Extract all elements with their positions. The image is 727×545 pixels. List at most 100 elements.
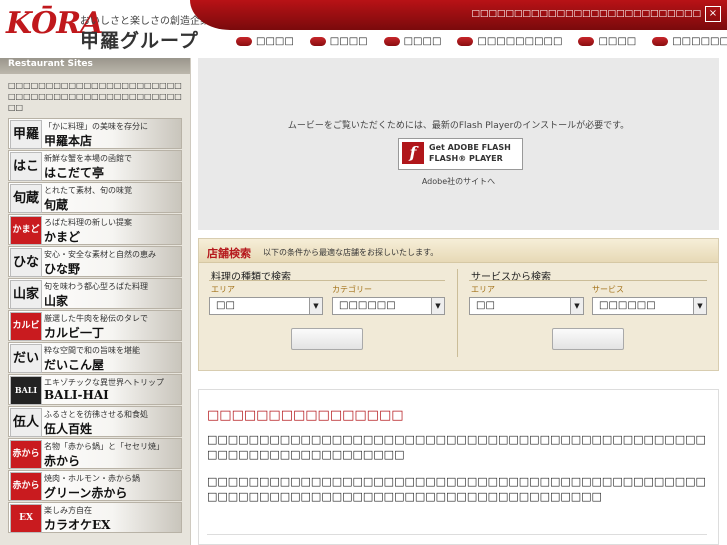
- column-divider: [457, 269, 458, 357]
- flash-icon: f: [402, 142, 424, 164]
- get-flash-button[interactable]: f Get ADOBE FLASH FLASH® PLAYER: [398, 138, 523, 170]
- nav-bullet-icon: [578, 37, 595, 46]
- restaurant-name: 赤から: [44, 454, 81, 468]
- search-description: 以下の条件から最適な店舗をお探しいたします。: [263, 248, 439, 257]
- restaurant-tagline: 安心・安全な素材と自然の恵み: [44, 250, 156, 259]
- divider: [207, 534, 707, 535]
- restaurant-site-link[interactable]: だいこん粋な空間で和の旨味を堪能だいこん屋: [8, 342, 182, 373]
- restaurant-name: カルビ一丁: [44, 326, 105, 340]
- restaurant-tagline: 粋な空間で和の旨味を堪能: [44, 346, 140, 355]
- divider: [209, 280, 445, 281]
- nav-label: □□□□□□: [672, 36, 727, 47]
- restaurant-site-link[interactable]: 赤から 焼肉・ホルモン・赤から鍋グリーン赤から: [8, 470, 182, 501]
- adobe-site-link[interactable]: Adobe社のサイトへ: [198, 176, 719, 187]
- company-name[interactable]: 甲羅グループ: [80, 26, 199, 53]
- service-area-select[interactable]: □□ ▼: [469, 297, 584, 315]
- restaurant-tagline: 旬を味わう都心型ろばた料理: [44, 282, 148, 291]
- restaurant-logo-icon: だいこん: [10, 344, 42, 373]
- restaurant-tagline: 厳選した牛肉を秘伝のタレで: [44, 314, 148, 323]
- category-select-value: □□□□□□: [339, 300, 396, 311]
- header-top-link[interactable]: □□□□□□□□□□□□□□□□□□□□□□□□□□□: [471, 9, 701, 19]
- global-nav: □□□□ □□□□ □□□□ □□□□□□□□□ □□□□ □□□□□□: [236, 36, 727, 47]
- restaurant-site-link[interactable]: 伍人 ふるさとを彷彿させる和食処 伍人百姓: [8, 406, 182, 437]
- restaurant-name: 山家: [44, 294, 69, 308]
- restaurant-name: BALI-HAI: [44, 388, 109, 402]
- sidebar-description: □□□□□□□□□□□□□□□□□□□□□□□□□□□□□□□□□□□□□□□□…: [8, 81, 182, 112]
- nav-item-6[interactable]: □□□□□□: [652, 36, 727, 47]
- restaurant-site-link[interactable]: 山家 旬を味わう都心型ろばた料理 山家: [8, 278, 182, 309]
- nav-label: □□□□: [256, 36, 294, 47]
- news-title: □□□□□□□□□□□□□□□□: [207, 408, 404, 423]
- restaurant-site-link[interactable]: 旬蔵 とれたて素材、旬の味覚 旬蔵: [8, 182, 182, 213]
- restaurant-logo-icon: 甲羅: [10, 120, 42, 149]
- restaurant-name: 甲羅本店: [44, 134, 93, 148]
- restaurant-site-link[interactable]: カルビ 厳選した牛肉を秘伝のタレでカルビ一丁: [8, 310, 182, 341]
- restaurant-name: かまど: [44, 230, 81, 244]
- search-title: 店舗検索: [207, 247, 251, 260]
- restaurant-logo-icon: 伍人: [10, 408, 42, 437]
- area-select[interactable]: □□ ▼: [209, 297, 323, 315]
- divider: [469, 280, 707, 281]
- sidebar-heading: Restaurant Sites: [0, 58, 190, 74]
- cuisine-search-button[interactable]: [291, 328, 363, 350]
- nav-bullet-icon: [457, 37, 474, 46]
- nav-item-3[interactable]: □□□□: [383, 36, 442, 47]
- restaurant-logo-icon: 赤から: [10, 472, 42, 501]
- restaurant-site-link[interactable]: BALI エキゾチックな異世界へトリップ BALI-HAI: [8, 374, 182, 405]
- restaurant-tagline: 名物「赤から鍋」と「セセリ焼」: [44, 442, 164, 451]
- restaurant-logo-icon: カルビ: [10, 312, 42, 341]
- restaurant-name: グリーン赤から: [44, 486, 128, 500]
- nav-label: □□□□□□□□□: [477, 36, 563, 47]
- restaurant-site-link[interactable]: かまど ろばた料理の新しい提案 かまど: [8, 214, 182, 245]
- restaurant-logo-icon: かまど: [10, 216, 42, 245]
- nav-label: □□□□: [329, 36, 368, 47]
- restaurant-logo-icon: 山家: [10, 280, 42, 309]
- nav-item-1[interactable]: □□□□: [236, 36, 294, 47]
- chevron-down-icon: ▼: [309, 298, 322, 314]
- nav-label: □□□□: [403, 36, 442, 47]
- restaurant-site-link[interactable]: 赤から 名物「赤から鍋」と「セセリ焼」 赤から: [8, 438, 182, 469]
- restaurant-logo-icon: 旬蔵: [10, 184, 42, 213]
- restaurant-name: 旬蔵: [44, 198, 69, 212]
- restaurant-name: 伍人百姓: [44, 422, 93, 436]
- restaurant-sidebar: Restaurant Sites □□□□□□□□□□□□□□□□□□□□□□□…: [0, 58, 191, 545]
- category-select[interactable]: □□□□□□ ▼: [332, 297, 445, 315]
- service-select-value: □□□□□□: [599, 300, 656, 311]
- area-label: エリア: [211, 285, 235, 294]
- flash-movie-area: ムービーをご覧いただくためには、最新のFlash Playerのインストールが必…: [198, 58, 719, 230]
- store-search-panel: 店舗検索 以下の条件から最適な店舗をお探しいたします。 料理の種類で検索 エリア…: [198, 238, 719, 371]
- chevron-down-icon: ▼: [431, 298, 444, 314]
- restaurant-name: ひな野: [44, 262, 81, 276]
- restaurant-site-link[interactable]: EX 楽しみ方自在 カラオケEX: [8, 502, 182, 533]
- restaurant-site-link[interactable]: 甲羅 「かに料理」の美味を存分に甲羅本店: [8, 118, 182, 149]
- restaurant-tagline: 「かに料理」の美味を存分に: [44, 122, 148, 131]
- nav-bullet-icon: [309, 37, 326, 46]
- company-tagline: おいしさと楽しさの創造企業: [80, 16, 210, 27]
- chevron-down-icon: ▼: [570, 298, 583, 314]
- nav-item-5[interactable]: □□□□: [578, 36, 636, 47]
- area-select-value: □□: [216, 300, 235, 311]
- nav-bullet-icon: [383, 37, 400, 46]
- chevron-down-icon: ▼: [693, 298, 706, 314]
- restaurant-logo-icon: 赤から: [10, 440, 42, 469]
- close-icon[interactable]: ×: [705, 6, 721, 22]
- news-paragraph: □□□□□□□□□□□□□□□□□□□□□□□□□□□□□□□□□□□□□□□□…: [207, 475, 706, 503]
- category-label: カテゴリー: [332, 285, 372, 294]
- service-select[interactable]: □□□□□□ ▼: [592, 297, 707, 315]
- restaurant-site-link[interactable]: ひな野安心・安全な素材と自然の恵みひな野: [8, 246, 182, 277]
- restaurant-name: カラオケEX: [44, 518, 111, 532]
- restaurant-tagline: とれたて素材、旬の味覚: [44, 186, 132, 195]
- restaurant-name: だいこん屋: [44, 358, 105, 372]
- service-label: サービス: [592, 285, 624, 294]
- site-header: KŌRA おいしさと楽しさの創造企業 甲羅グループ □□□□□□□□□□□□□□…: [0, 0, 727, 58]
- nav-bullet-icon: [236, 37, 252, 46]
- restaurant-logo-icon: はこだて: [10, 152, 42, 181]
- restaurant-site-link[interactable]: はこだて新鮮な蟹を本場の函館ではこだて亭: [8, 150, 182, 181]
- site-list: 甲羅「かに料理」の美味を存分に甲羅本店はこだて新鮮な蟹を本場の函館ではこだて亭旬…: [0, 118, 190, 533]
- service-search-button[interactable]: [552, 328, 624, 350]
- restaurant-tagline: 焼肉・ホルモン・赤から鍋: [44, 474, 140, 483]
- nav-item-2[interactable]: □□□□: [309, 36, 368, 47]
- restaurant-name: はこだて亭: [44, 166, 105, 180]
- news-section: □□□□□□□□□□□□□□□□ □□□□□□□□□□□□□□□□□□□□□□□…: [198, 389, 719, 545]
- nav-item-4[interactable]: □□□□□□□□□: [457, 36, 562, 47]
